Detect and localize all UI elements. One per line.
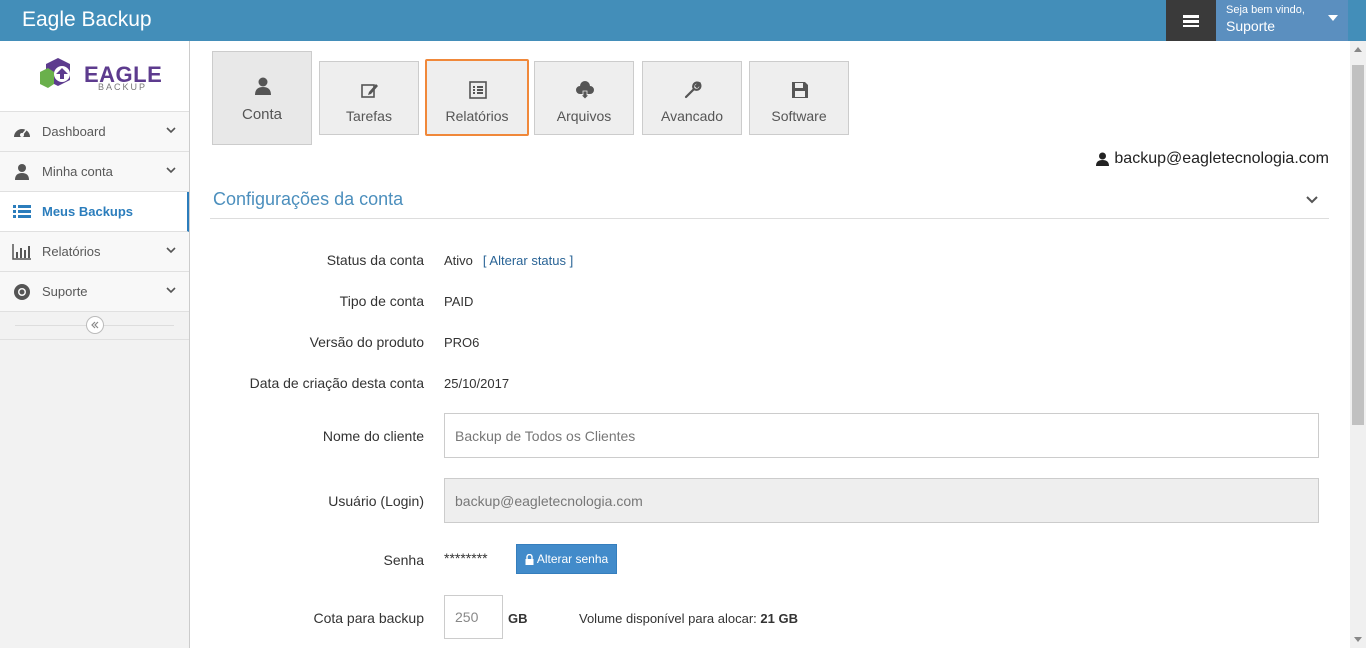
tab-label: Conta [241, 106, 283, 123]
divider [210, 218, 1329, 219]
tab-tarefas[interactable]: Tarefas [319, 61, 419, 135]
chevron-down-icon [166, 127, 176, 134]
user-icon [1096, 152, 1110, 166]
logo[interactable]: EAGLE BACKUP [0, 41, 189, 112]
data-criacao-value: 25/10/2017 [444, 376, 510, 391]
hamburger-icon [1183, 14, 1199, 27]
section-title[interactable]: Configurações da conta [213, 189, 403, 210]
logo-subtext: BACKUP [98, 82, 148, 92]
alterar-status-link[interactable]: [ Alterar status ] [483, 253, 573, 268]
top-navbar: Eagle Backup Seja bem vindo, Suporte [0, 0, 1366, 41]
sidebar-item-relatorios[interactable]: Relatórios [0, 232, 189, 272]
alterar-senha-label: Alterar senha [536, 552, 609, 566]
volume-disponivel: Volume disponível para alocar: 21 GB [579, 611, 798, 626]
nome-cliente-label: Nome do cliente [322, 428, 424, 444]
menu-button[interactable] [1166, 0, 1216, 41]
cota-label: Cota para backup [313, 610, 424, 626]
tab-relatorios[interactable]: Relatórios [425, 59, 529, 136]
data-criacao-label: Data de criação desta conta [249, 375, 424, 391]
volume-label: Volume disponível para alocar: [579, 611, 757, 626]
sidebar-item-minha-conta[interactable]: Minha conta [0, 152, 189, 192]
chevron-down-icon[interactable] [1305, 194, 1319, 206]
tab-label: Software [771, 108, 827, 124]
account-email: backup@eagletecnologia.com [1096, 150, 1329, 168]
wrench-icon [684, 81, 702, 99]
user-area: Seja bem vindo, Suporte [1166, 0, 1348, 41]
sidebar-item-label: Suporte [42, 284, 88, 299]
floppy-icon [792, 82, 808, 98]
sidebar-collapse-row [0, 312, 189, 340]
main-content: Conta Tarefas Relatórios Arquivos Avanca… [190, 41, 1350, 648]
scroll-down-icon[interactable] [1354, 637, 1362, 642]
account-email-text: backup@eagletecnologia.com [1114, 150, 1329, 167]
sidebar-item-dashboard[interactable]: Dashboard [0, 112, 189, 152]
user-dropdown[interactable]: Seja bem vindo, Suporte [1216, 0, 1348, 41]
chevron-down-icon [166, 167, 176, 174]
caret-down-icon [1328, 15, 1338, 21]
senha-value: ******** [444, 550, 488, 566]
cota-input[interactable]: 250 [444, 595, 503, 639]
alterar-senha-button[interactable]: Alterar senha [516, 544, 617, 574]
double-chevron-left-icon [91, 321, 99, 329]
life-ring-icon [14, 284, 30, 300]
tab-label: Arquivos [556, 108, 612, 124]
bar-chart-icon [12, 244, 31, 260]
versao-label: Versão do produto [309, 334, 424, 350]
sidebar-item-label: Relatórios [42, 244, 101, 259]
cota-unit: GB [508, 611, 528, 626]
tipo-label: Tipo de conta [339, 293, 424, 309]
status-label: Status da conta [326, 252, 424, 268]
tipo-value: PAID [444, 294, 474, 309]
welcome-text: Seja bem vindo, [1226, 4, 1305, 16]
chevron-down-icon [166, 287, 176, 294]
sidebar-item-label: Meus Backups [42, 204, 134, 219]
sidebar-collapse-button[interactable] [86, 316, 104, 334]
status-value-row: Ativo [ Alterar status ] [444, 253, 573, 268]
tab-label: Tarefas [346, 108, 392, 124]
tab-avancado[interactable]: Avancado [642, 61, 742, 135]
user-icon [255, 77, 271, 95]
sidebar-item-label: Dashboard [42, 124, 106, 139]
sidebar-item-label: Minha conta [42, 164, 113, 179]
senha-label: Senha [383, 552, 424, 568]
tab-label: Avancado [660, 108, 723, 124]
tab-arquivos[interactable]: Arquivos [534, 61, 634, 135]
status-value: Ativo [444, 253, 473, 268]
sidebar-item-suporte[interactable]: Suporte [0, 272, 189, 312]
tab-conta[interactable]: Conta [212, 51, 312, 145]
dashboard-icon [14, 129, 30, 137]
usuario-input[interactable]: backup@eagletecnologia.com [444, 478, 1319, 523]
volume-value: 21 GB [760, 611, 798, 626]
app-title[interactable]: Eagle Backup [22, 8, 152, 32]
scroll-up-icon[interactable] [1354, 47, 1362, 52]
list-alt-icon [469, 81, 487, 99]
list-icon [13, 205, 31, 218]
user-icon [15, 164, 29, 180]
user-name: Suporte [1226, 18, 1276, 34]
scroll-thumb[interactable] [1352, 65, 1364, 425]
scrollbar[interactable] [1350, 41, 1366, 648]
cloud-download-icon [576, 81, 594, 100]
lock-icon [525, 553, 534, 565]
chevron-down-icon [166, 247, 176, 254]
sidebar-item-meus-backups[interactable]: Meus Backups [0, 192, 189, 232]
tab-software[interactable]: Software [749, 61, 849, 135]
usuario-label: Usuário (Login) [328, 493, 424, 509]
eagle-logo-icon [40, 58, 70, 88]
edit-icon [361, 84, 378, 98]
nome-cliente-input[interactable]: Backup de Todos os Clientes [444, 413, 1319, 458]
versao-value: PRO6 [444, 335, 480, 350]
tab-label: Relatórios [445, 108, 509, 124]
sidebar: EAGLE BACKUP Dashboard Minha conta Meus … [0, 41, 190, 648]
